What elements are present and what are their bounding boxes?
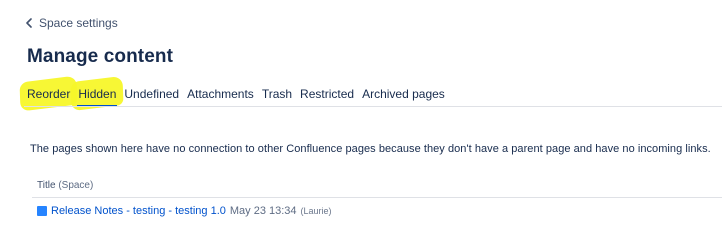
tabs-divider [24,106,722,107]
page-author: (Laurie) [300,206,332,216]
page-date: May 23 13:34 [229,205,297,217]
table-row: Release Notes - testing - testing 1.0 Ma… [37,204,332,218]
tab-trash[interactable]: Trash [259,83,295,105]
tab-undefined[interactable]: Undefined [121,83,182,105]
page-title: Manage content [27,46,174,67]
column-header-space: (Space) [58,180,94,191]
table-header-divider [32,197,722,198]
table-header: Title (Space) [37,180,93,191]
page-title-link[interactable]: Release Notes - testing - testing 1.0 [51,205,226,217]
tab-archived-pages[interactable]: Archived pages [359,83,448,105]
tab-attachments[interactable]: Attachments [184,83,257,105]
page-icon [37,206,47,216]
tab-hidden[interactable]: Hidden [75,83,119,107]
chevron-left-icon [25,18,33,28]
hidden-pages-description: The pages shown here have no connection … [30,143,711,155]
tab-reorder[interactable]: Reorder [24,83,73,105]
back-link-label: Space settings [39,16,118,30]
tab-restricted[interactable]: Restricted [297,83,357,105]
manage-content-tabs: Reorder Hidden Undefined Attachments Tra… [24,83,722,107]
column-header-title[interactable]: Title [37,180,56,191]
back-to-space-settings-link[interactable]: Space settings [25,15,118,31]
